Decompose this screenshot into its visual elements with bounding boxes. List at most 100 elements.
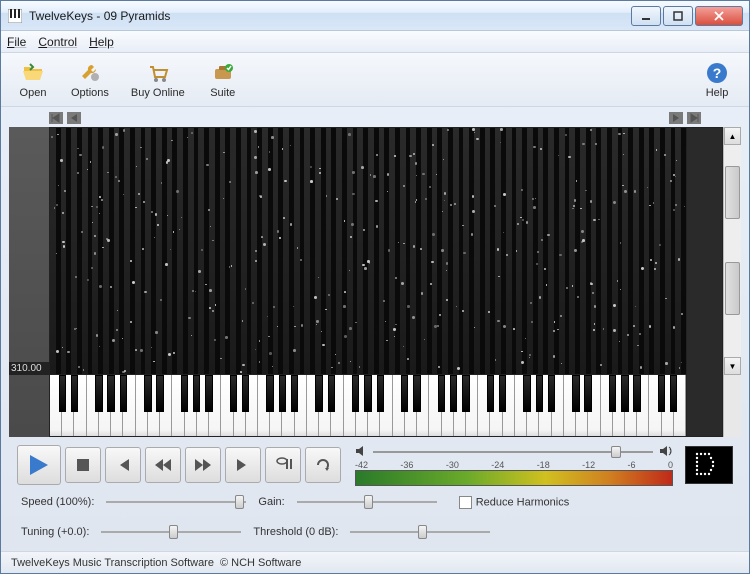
white-key[interactable]: [466, 375, 478, 436]
white-key[interactable]: [417, 375, 429, 436]
titlebar[interactable]: TwelveKeys - 09 Pyramids: [1, 1, 749, 31]
seek-start-button[interactable]: [49, 112, 63, 124]
product-name: TwelveKeys Music Transcription Software: [11, 557, 214, 569]
white-key[interactable]: [87, 375, 99, 436]
white-key[interactable]: [601, 375, 613, 436]
white-key[interactable]: [74, 375, 86, 436]
white-key[interactable]: [625, 375, 637, 436]
white-key[interactable]: [246, 375, 258, 436]
reduce-harmonics-check[interactable]: Reduce Harmonics: [459, 496, 570, 509]
speed-thumb[interactable]: [235, 495, 244, 509]
white-key[interactable]: [123, 375, 135, 436]
white-key[interactable]: [576, 375, 588, 436]
white-key[interactable]: [429, 375, 441, 436]
white-key[interactable]: [344, 375, 356, 436]
next-button[interactable]: [225, 447, 261, 483]
white-key[interactable]: [515, 375, 527, 436]
white-key[interactable]: [270, 375, 282, 436]
white-key[interactable]: [649, 375, 661, 436]
scroll-thumb-2[interactable]: [725, 262, 740, 315]
white-key[interactable]: [393, 375, 405, 436]
gain-thumb[interactable]: [364, 495, 373, 509]
play-button[interactable]: [17, 445, 61, 485]
close-button[interactable]: [695, 6, 743, 26]
suite-button[interactable]: Suite: [199, 59, 247, 101]
white-key[interactable]: [478, 375, 490, 436]
white-key[interactable]: [258, 375, 270, 436]
scroll-track[interactable]: [724, 145, 741, 357]
white-key[interactable]: [319, 375, 331, 436]
white-key[interactable]: [331, 375, 343, 436]
volume-slider[interactable]: [373, 445, 653, 459]
open-button[interactable]: Open: [9, 59, 57, 101]
white-key[interactable]: [282, 375, 294, 436]
maximize-button[interactable]: [663, 6, 693, 26]
scroll-thumb[interactable]: [725, 166, 740, 219]
white-key[interactable]: [99, 375, 111, 436]
stop-button[interactable]: [65, 447, 101, 483]
menu-help[interactable]: Help: [89, 35, 114, 49]
buy-online-button[interactable]: Buy Online: [123, 59, 193, 101]
white-key[interactable]: [295, 375, 307, 436]
time-label: 310.00: [9, 362, 49, 375]
tuning-slider[interactable]: [101, 523, 241, 541]
menu-file[interactable]: File: [7, 35, 26, 49]
white-key[interactable]: [62, 375, 74, 436]
white-key[interactable]: [490, 375, 502, 436]
white-key[interactable]: [368, 375, 380, 436]
white-key[interactable]: [588, 375, 600, 436]
white-key[interactable]: [234, 375, 246, 436]
white-key[interactable]: [185, 375, 197, 436]
white-key[interactable]: [50, 375, 62, 436]
white-key[interactable]: [613, 375, 625, 436]
white-key[interactable]: [136, 375, 148, 436]
gain-slider[interactable]: [297, 493, 437, 511]
forward-button[interactable]: [185, 447, 221, 483]
threshold-slider[interactable]: [350, 523, 490, 541]
help-button[interactable]: ? Help: [693, 59, 741, 101]
white-key[interactable]: [307, 375, 319, 436]
white-key[interactable]: [674, 375, 686, 436]
nav-row: [9, 111, 741, 127]
piano-keyboard[interactable]: [49, 375, 687, 437]
white-key[interactable]: [442, 375, 454, 436]
checkbox-icon[interactable]: [459, 496, 472, 509]
white-key[interactable]: [539, 375, 551, 436]
white-key[interactable]: [356, 375, 368, 436]
repeat-button[interactable]: [305, 447, 341, 483]
white-key[interactable]: [209, 375, 221, 436]
menu-control[interactable]: Control: [38, 35, 77, 49]
white-key[interactable]: [637, 375, 649, 436]
white-key[interactable]: [380, 375, 392, 436]
seek-end-button[interactable]: [687, 112, 701, 124]
white-key[interactable]: [405, 375, 417, 436]
white-key[interactable]: [564, 375, 576, 436]
scroll-up-button[interactable]: ▲: [724, 127, 741, 145]
vertical-scrollbar[interactable]: ▲ ▼: [723, 127, 741, 437]
loop-pause-button[interactable]: [265, 447, 301, 483]
options-button[interactable]: Options: [63, 59, 117, 101]
minimize-button[interactable]: [631, 6, 661, 26]
suite-icon: [211, 61, 235, 85]
spectrogram[interactable]: [49, 127, 687, 375]
threshold-thumb[interactable]: [418, 525, 427, 539]
rewind-button[interactable]: [145, 447, 181, 483]
white-key[interactable]: [148, 375, 160, 436]
volume-thumb[interactable]: [611, 446, 621, 458]
seek-fwd-button[interactable]: [669, 112, 683, 124]
seek-back-button[interactable]: [67, 112, 81, 124]
white-key[interactable]: [197, 375, 209, 436]
prev-button[interactable]: [105, 447, 141, 483]
tuning-thumb[interactable]: [169, 525, 178, 539]
white-key[interactable]: [221, 375, 233, 436]
white-key[interactable]: [454, 375, 466, 436]
white-key[interactable]: [527, 375, 539, 436]
scroll-down-button[interactable]: ▼: [724, 357, 741, 375]
speed-slider[interactable]: [106, 493, 246, 511]
white-key[interactable]: [111, 375, 123, 436]
white-key[interactable]: [172, 375, 184, 436]
white-key[interactable]: [662, 375, 674, 436]
white-key[interactable]: [503, 375, 515, 436]
white-key[interactable]: [552, 375, 564, 436]
white-key[interactable]: [160, 375, 172, 436]
